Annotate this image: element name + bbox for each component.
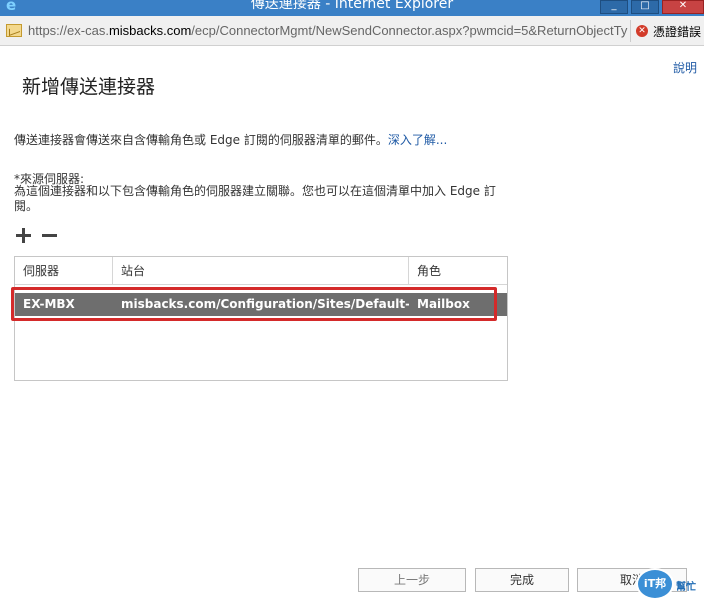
maximize-button[interactable]: □ [631, 0, 659, 14]
help-link[interactable]: 說明 [673, 59, 697, 76]
source-servers-description: 為這個連接器和以下包含傳輸角色的伺服器建立關聯。您也可以在這個清單中加入 Edg… [14, 184, 496, 213]
url-host-prefix: ex-cas. [67, 23, 109, 38]
address-bar[interactable]: https://ex-cas.misbacks.com/ecp/Connecto… [0, 16, 704, 46]
minimize-button[interactable]: _ [600, 0, 628, 14]
ithome-watermark: iT邦 幫忙 [632, 566, 704, 602]
error-icon: ✕ [636, 25, 648, 37]
table-header: 伺服器 站台 角色 [15, 257, 507, 285]
certificate-error-indicator[interactable]: ✕ 憑證錯誤 [630, 20, 704, 42]
watermark-badge: iT邦 [636, 568, 674, 600]
description: 傳送連接器會傳送來自含傳輸角色或 Edge 訂閱的伺服器清單的郵件。深入了解..… [14, 131, 447, 148]
url-scheme: https:// [28, 23, 68, 38]
column-header-site[interactable]: 站台 [113, 257, 409, 285]
learn-more-link[interactable]: 深入了解... [388, 133, 447, 147]
description-text: 傳送連接器會傳送來自含傳輸角色或 Edge 訂閱的伺服器清單的郵件。 [14, 133, 388, 147]
remove-icon[interactable] [40, 225, 60, 245]
watermark-text: 幫忙 [676, 582, 696, 593]
window-titlebar: e 傳送連接器 - Internet Explorer _ □ ✕ [0, 0, 704, 16]
window-controls: _ □ ✕ [597, 0, 704, 16]
column-header-role[interactable]: 角色 [409, 257, 507, 285]
page-icon [6, 24, 22, 37]
back-button[interactable]: 上一步 [358, 568, 466, 592]
column-header-server[interactable]: 伺服器 [15, 257, 113, 285]
page-title: 新增傳送連接器 [22, 76, 156, 98]
url-path: /ecp/ConnectorMgmt/NewSendConnector.aspx… [191, 23, 628, 38]
url-text[interactable]: https://ex-cas.misbacks.com/ecp/Connecto… [28, 23, 627, 38]
certificate-error-label: 憑證錯誤 [653, 25, 702, 39]
highlight-annotation [11, 287, 497, 321]
finish-button[interactable]: 完成 [475, 568, 569, 592]
close-window-button[interactable]: ✕ [662, 0, 704, 14]
add-icon[interactable] [14, 225, 34, 245]
url-host: misbacks.com [108, 23, 192, 38]
